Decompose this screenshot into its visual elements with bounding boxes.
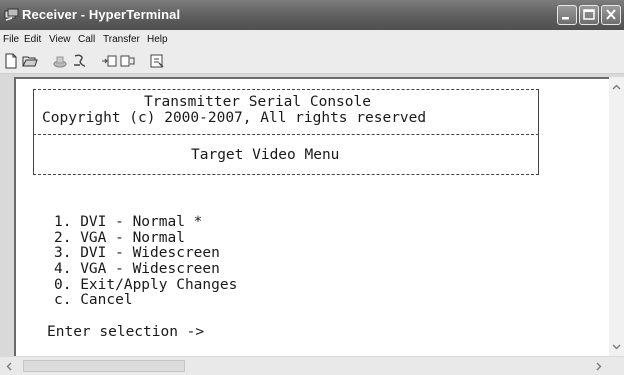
copyright-line: Copyright (c) 2000-2007, All rights rese… <box>42 110 427 126</box>
minimize-icon <box>562 17 569 20</box>
menu-call[interactable]: Call <box>78 34 95 45</box>
option-vga-widescreen: 4. VGA - Widescreen <box>54 261 220 277</box>
menu-title-border-left <box>33 134 34 174</box>
menu-edit[interactable]: Edit <box>24 34 41 45</box>
option-dvi-widescreen: 3. DVI - Widescreen <box>54 245 220 261</box>
maximize-button[interactable] <box>579 5 599 25</box>
option-dvi-normal: 1. DVI - Normal * <box>54 214 203 230</box>
open-icon <box>22 56 38 67</box>
header-border-left <box>33 89 34 135</box>
receive-icon <box>120 55 135 67</box>
disconnect-button[interactable] <box>72 53 88 69</box>
selection-prompt: Enter selection -> <box>47 324 205 340</box>
menu-help[interactable]: Help <box>147 34 168 45</box>
header-border-middle <box>33 134 539 135</box>
dial-button[interactable] <box>52 53 68 69</box>
menu-transfer[interactable]: Transfer <box>103 34 140 45</box>
console-title: Transmitter Serial Console <box>144 94 371 110</box>
header-border-bottom <box>33 174 539 175</box>
send-icon <box>102 55 117 67</box>
new-connection-button[interactable] <box>3 53 19 69</box>
title-bar[interactable]: Receiver - HyperTerminal <box>0 0 624 30</box>
maximize-icon <box>583 9 595 20</box>
option-vga-normal: 2. VGA - Normal <box>54 230 185 246</box>
vertical-scrollbar[interactable] <box>609 77 624 356</box>
disconnect-icon <box>74 54 86 67</box>
option-exit-apply: 0. Exit/Apply Changes <box>54 277 238 293</box>
option-cancel: c. Cancel <box>54 292 133 308</box>
close-icon <box>606 9 616 20</box>
receive-button[interactable] <box>120 53 136 69</box>
close-button[interactable] <box>601 5 621 25</box>
properties-icon <box>150 54 164 68</box>
menu-bar: File Edit View Call Transfer Help <box>0 30 624 50</box>
minimize-button[interactable] <box>557 5 577 25</box>
scroll-left-icon[interactable] <box>4 361 15 372</box>
window-title: Receiver - HyperTerminal <box>22 7 181 22</box>
dial-icon <box>53 56 67 68</box>
menu-file[interactable]: File <box>3 34 19 45</box>
menu-title: Target Video Menu <box>191 147 340 163</box>
menu-view[interactable]: View <box>49 34 71 45</box>
scroll-down-icon[interactable] <box>611 341 622 352</box>
header-border-top <box>33 89 539 90</box>
toolbar <box>0 50 624 74</box>
new-connection-icon <box>5 53 17 69</box>
hyperterminal-app-icon <box>4 8 19 21</box>
properties-button[interactable] <box>149 53 165 69</box>
menu-title-border-right <box>538 134 539 174</box>
terminal-screen[interactable]: Transmitter Serial Console Copyright (c)… <box>14 77 609 356</box>
scroll-right-icon[interactable] <box>593 361 604 372</box>
header-border-right <box>538 89 539 135</box>
horizontal-scroll-thumb[interactable] <box>23 360 185 372</box>
scroll-up-icon[interactable] <box>611 82 622 93</box>
horizontal-scrollbar[interactable] <box>0 357 624 375</box>
open-button[interactable] <box>22 53 38 69</box>
send-button[interactable] <box>101 53 117 69</box>
